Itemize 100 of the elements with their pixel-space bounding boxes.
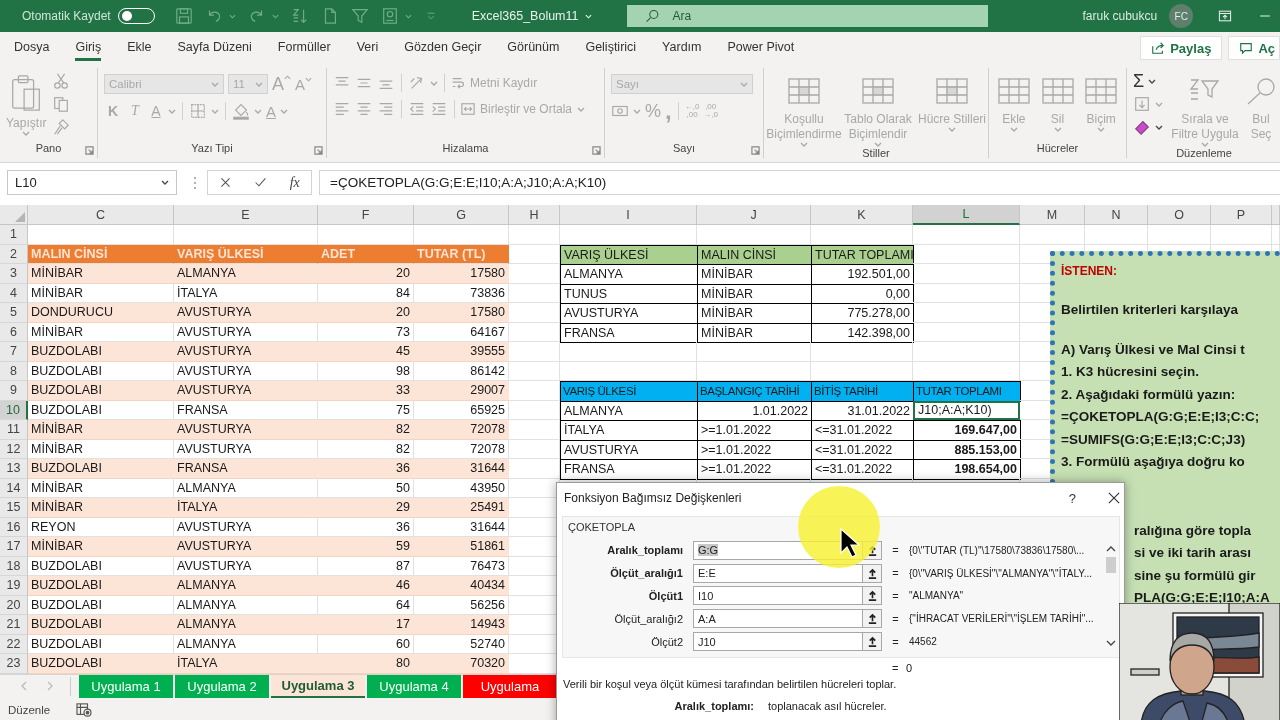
share-button[interactable]: Paylaş <box>1140 36 1223 60</box>
table-cell: ALMANYA <box>174 615 318 635</box>
menu-tab[interactable]: Dosya <box>14 35 50 61</box>
argument-help-label: Aralık_toplamı: <box>673 700 754 712</box>
menu-tab[interactable]: Giriş <box>75 35 102 61</box>
menu-tab[interactable]: Ekle <box>127 35 152 61</box>
argument-field[interactable]: J10 <box>693 632 863 652</box>
note-line: A) Varış Ülkesi ve Mal Cinsi t <box>1061 340 1245 359</box>
column-header[interactable]: F <box>318 205 414 225</box>
row-header[interactable]: 22 <box>0 634 28 654</box>
autosave-label: Otomatik Kaydet <box>22 9 111 23</box>
row-header[interactable]: 4 <box>0 283 28 303</box>
argument-field[interactable]: A:A <box>693 609 863 629</box>
menu-tab[interactable]: Yardım <box>662 35 702 61</box>
group-label: Pano <box>34 142 63 156</box>
equals-sign: = <box>892 662 900 674</box>
column-header[interactable]: I <box>560 205 697 225</box>
argument-label: Ölçüt_aralığı2 <box>613 612 683 625</box>
column-header[interactable]: H <box>509 205 560 225</box>
active-cell: J10;A:A;K10) <box>913 400 1020 420</box>
row-header[interactable]: 19 <box>0 576 28 596</box>
row-header[interactable]: 12 <box>0 439 28 459</box>
row-header[interactable]: 11 <box>0 420 28 440</box>
table-cell: 14943 <box>414 615 509 635</box>
comments-button[interactable]: Aç <box>1228 36 1280 60</box>
menu-tab[interactable]: Sayfa Düzeni <box>177 35 252 61</box>
row-header[interactable]: 2 <box>0 244 28 264</box>
menu-tab[interactable]: Görünüm <box>507 35 560 61</box>
column-header[interactable]: J <box>697 205 811 225</box>
table-cell: AVUSTURYA <box>174 303 318 323</box>
row-header[interactable]: 21 <box>0 615 28 635</box>
table-cell: FRANSA <box>560 322 698 343</box>
table-cell: ALMANYA <box>174 264 318 284</box>
row-header[interactable]: 10 <box>0 400 28 420</box>
argument-field[interactable]: E:E <box>693 563 863 583</box>
row-header[interactable]: 9 <box>0 381 28 401</box>
column-header[interactable]: G <box>414 205 509 225</box>
table-header-cell: BİTİŞ TARİHİ <box>811 381 914 402</box>
column-header[interactable]: C <box>28 205 174 225</box>
argument-result: {"İHRACAT VERİLERİ"\"İŞLEM TARİHİ"... <box>909 613 1094 625</box>
table-cell: 20 <box>318 303 414 323</box>
user-name[interactable]: faruk cubukcu <box>1082 9 1158 23</box>
table-cell: MİNİBAR <box>28 420 174 440</box>
column-header[interactable]: K <box>811 205 913 225</box>
row-header[interactable]: 8 <box>0 361 28 381</box>
row-header[interactable]: 16 <box>0 517 28 537</box>
table-cell: MİNİBAR <box>28 537 174 557</box>
formula-field[interactable]: =ÇOKETOPLA(G:G;E:E;I10;A:A;J10;A:A;K10) <box>319 170 1280 195</box>
name-box[interactable]: L10 <box>7 170 177 195</box>
menu-tab[interactable]: Geliştirici <box>585 35 637 61</box>
column-header[interactable]: P <box>1211 205 1272 225</box>
table-cell: BUZDOLABI <box>28 615 174 635</box>
row-header[interactable]: 5 <box>0 303 28 323</box>
row-header[interactable]: 23 <box>0 654 28 674</box>
column-header[interactable]: M <box>1020 205 1085 225</box>
insert-function-button[interactable]: fx <box>289 174 300 191</box>
file-name[interactable]: Excel365_Bolum11 <box>471 9 579 23</box>
menu-tab[interactable]: Power Pivot <box>727 35 795 61</box>
note-line: =ÇOKETOPLA(G:G;E:E;I3;C:C; <box>1061 408 1260 426</box>
table-cell: 40434 <box>414 576 509 596</box>
table-header-cell: BAŞLANGIÇ TARİHİ <box>697 381 812 402</box>
column-header[interactable]: E <box>174 205 318 225</box>
dialog-title: Fonksiyon Bağımsız Değişkenleri <box>564 491 743 505</box>
row-header[interactable]: 3 <box>0 264 28 284</box>
search-field[interactable]: Ara <box>626 5 988 27</box>
table-header-cell: VARIŞ ÜLKESİ <box>174 244 318 264</box>
user-avatar[interactable]: FC <box>1169 4 1194 28</box>
row-header[interactable]: 17 <box>0 537 28 557</box>
argument-result: {0\"TUTAR (TL)"\17580\73836\17580\... <box>909 544 1085 556</box>
row-header[interactable]: 15 <box>0 498 28 518</box>
group-label: Stiller <box>861 147 891 159</box>
sheet-tab[interactable]: Uygulama 3 <box>271 675 365 698</box>
row-header[interactable]: 20 <box>0 595 28 615</box>
group-label: Yazı Tipi <box>190 142 234 156</box>
argument-field[interactable]: I10 <box>693 586 863 606</box>
column-header[interactable]: O <box>1148 205 1211 225</box>
column-header[interactable]: L <box>913 205 1020 225</box>
table-cell: 36 <box>318 459 414 479</box>
argument-help-text: toplanacak asıl hücreler. <box>768 700 887 712</box>
row-header[interactable]: 1 <box>0 225 28 245</box>
argument-result: "ALMANYA" <box>909 590 964 602</box>
column-header[interactable]: N <box>1085 205 1148 225</box>
row-header[interactable]: 18 <box>0 556 28 576</box>
menu-tab[interactable]: Formüller <box>277 35 331 61</box>
menu-tab[interactable]: Veri <box>356 35 379 61</box>
table-header-cell: MALIN CİNSİ <box>28 244 174 264</box>
sheet-tab[interactable]: Uygulama <box>463 675 557 698</box>
table-cell: AVUSTURYA <box>174 381 318 401</box>
function-name: ÇOKETOPLA <box>568 521 637 535</box>
group-label: Düzenleme <box>1175 147 1233 159</box>
row-header[interactable]: 13 <box>0 459 28 479</box>
menu-tab[interactable]: Gözden Geçir <box>404 35 482 61</box>
row-header[interactable]: 14 <box>0 478 28 498</box>
row-header[interactable]: 7 <box>0 342 28 362</box>
row-header[interactable]: 6 <box>0 322 28 342</box>
table-cell: 46 <box>318 576 414 596</box>
status-mode: Düzenle <box>8 703 51 716</box>
help-button[interactable]: ? <box>1068 490 1076 506</box>
table-cell: 17 <box>318 615 414 635</box>
table-cell: 59 <box>318 537 414 557</box>
